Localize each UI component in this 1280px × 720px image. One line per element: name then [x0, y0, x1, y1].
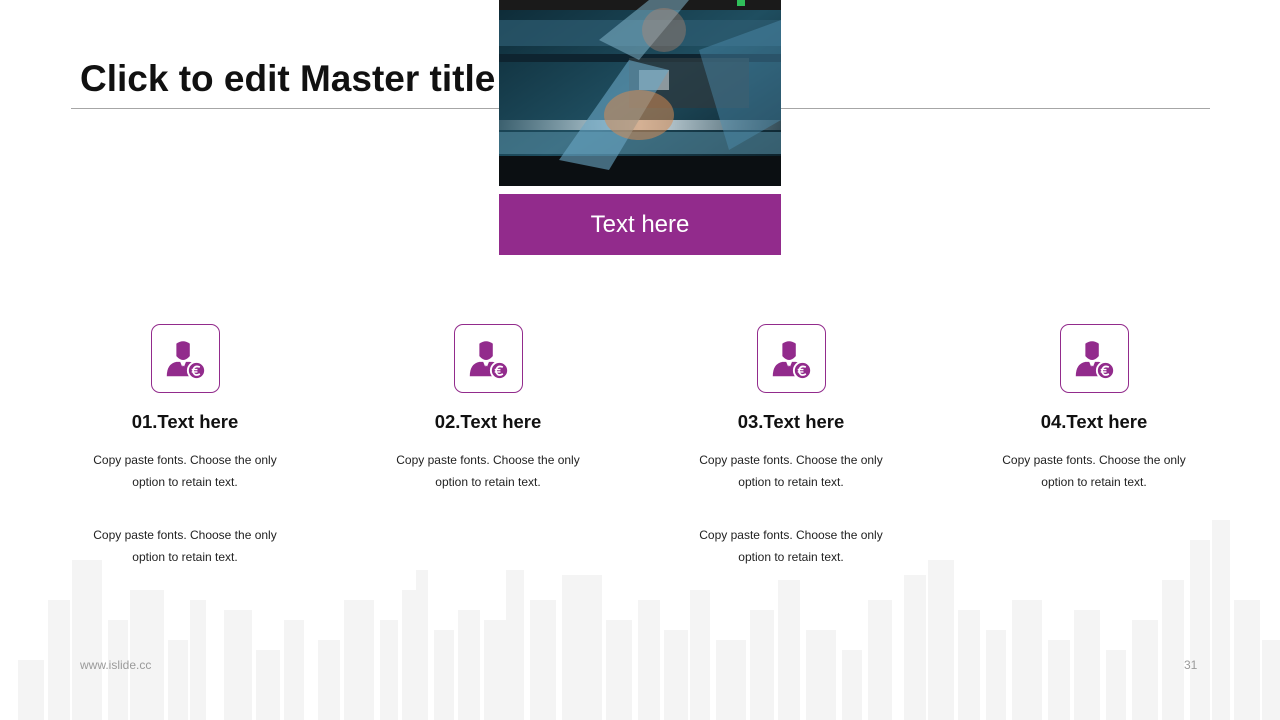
- feature-card-4: 04.Text here Copy paste fonts. Choose th…: [979, 324, 1209, 493]
- icon-frame: [150, 324, 220, 393]
- card-title[interactable]: 01.Text here: [70, 411, 300, 433]
- card-description[interactable]: Copy paste fonts. Choose the only option…: [388, 449, 588, 493]
- card-title[interactable]: 04.Text here: [979, 411, 1209, 433]
- icon-frame: [453, 324, 523, 393]
- card-description[interactable]: Copy paste fonts. Choose the only option…: [85, 449, 285, 493]
- header-photo: [499, 0, 781, 186]
- slide-title[interactable]: Click to edit Master title: [80, 58, 495, 100]
- footer-website: www.islide.cc: [80, 658, 152, 672]
- businessman-euro-icon: [469, 340, 510, 380]
- icon-frame: [756, 324, 826, 393]
- businessman-euro-icon: [1075, 340, 1116, 380]
- card-description-secondary[interactable]: Copy paste fonts. Choose the only option…: [85, 524, 285, 568]
- card-description-secondary[interactable]: Copy paste fonts. Choose the only option…: [691, 524, 891, 568]
- card-description[interactable]: Copy paste fonts. Choose the only option…: [691, 449, 891, 493]
- feature-card-1: 01.Text here Copy paste fonts. Choose th…: [70, 324, 300, 568]
- highlight-banner[interactable]: Text here: [499, 194, 781, 255]
- feature-card-3: 03.Text here Copy paste fonts. Choose th…: [676, 324, 906, 568]
- businessman-euro-icon: [772, 340, 813, 380]
- slide-number: 31: [1184, 658, 1198, 672]
- card-description[interactable]: Copy paste fonts. Choose the only option…: [994, 449, 1194, 493]
- icon-frame: [1059, 324, 1129, 393]
- businessman-euro-icon: [166, 340, 207, 380]
- card-title[interactable]: 02.Text here: [373, 411, 603, 433]
- feature-card-2: 02.Text here Copy paste fonts. Choose th…: [373, 324, 603, 493]
- card-title[interactable]: 03.Text here: [676, 411, 906, 433]
